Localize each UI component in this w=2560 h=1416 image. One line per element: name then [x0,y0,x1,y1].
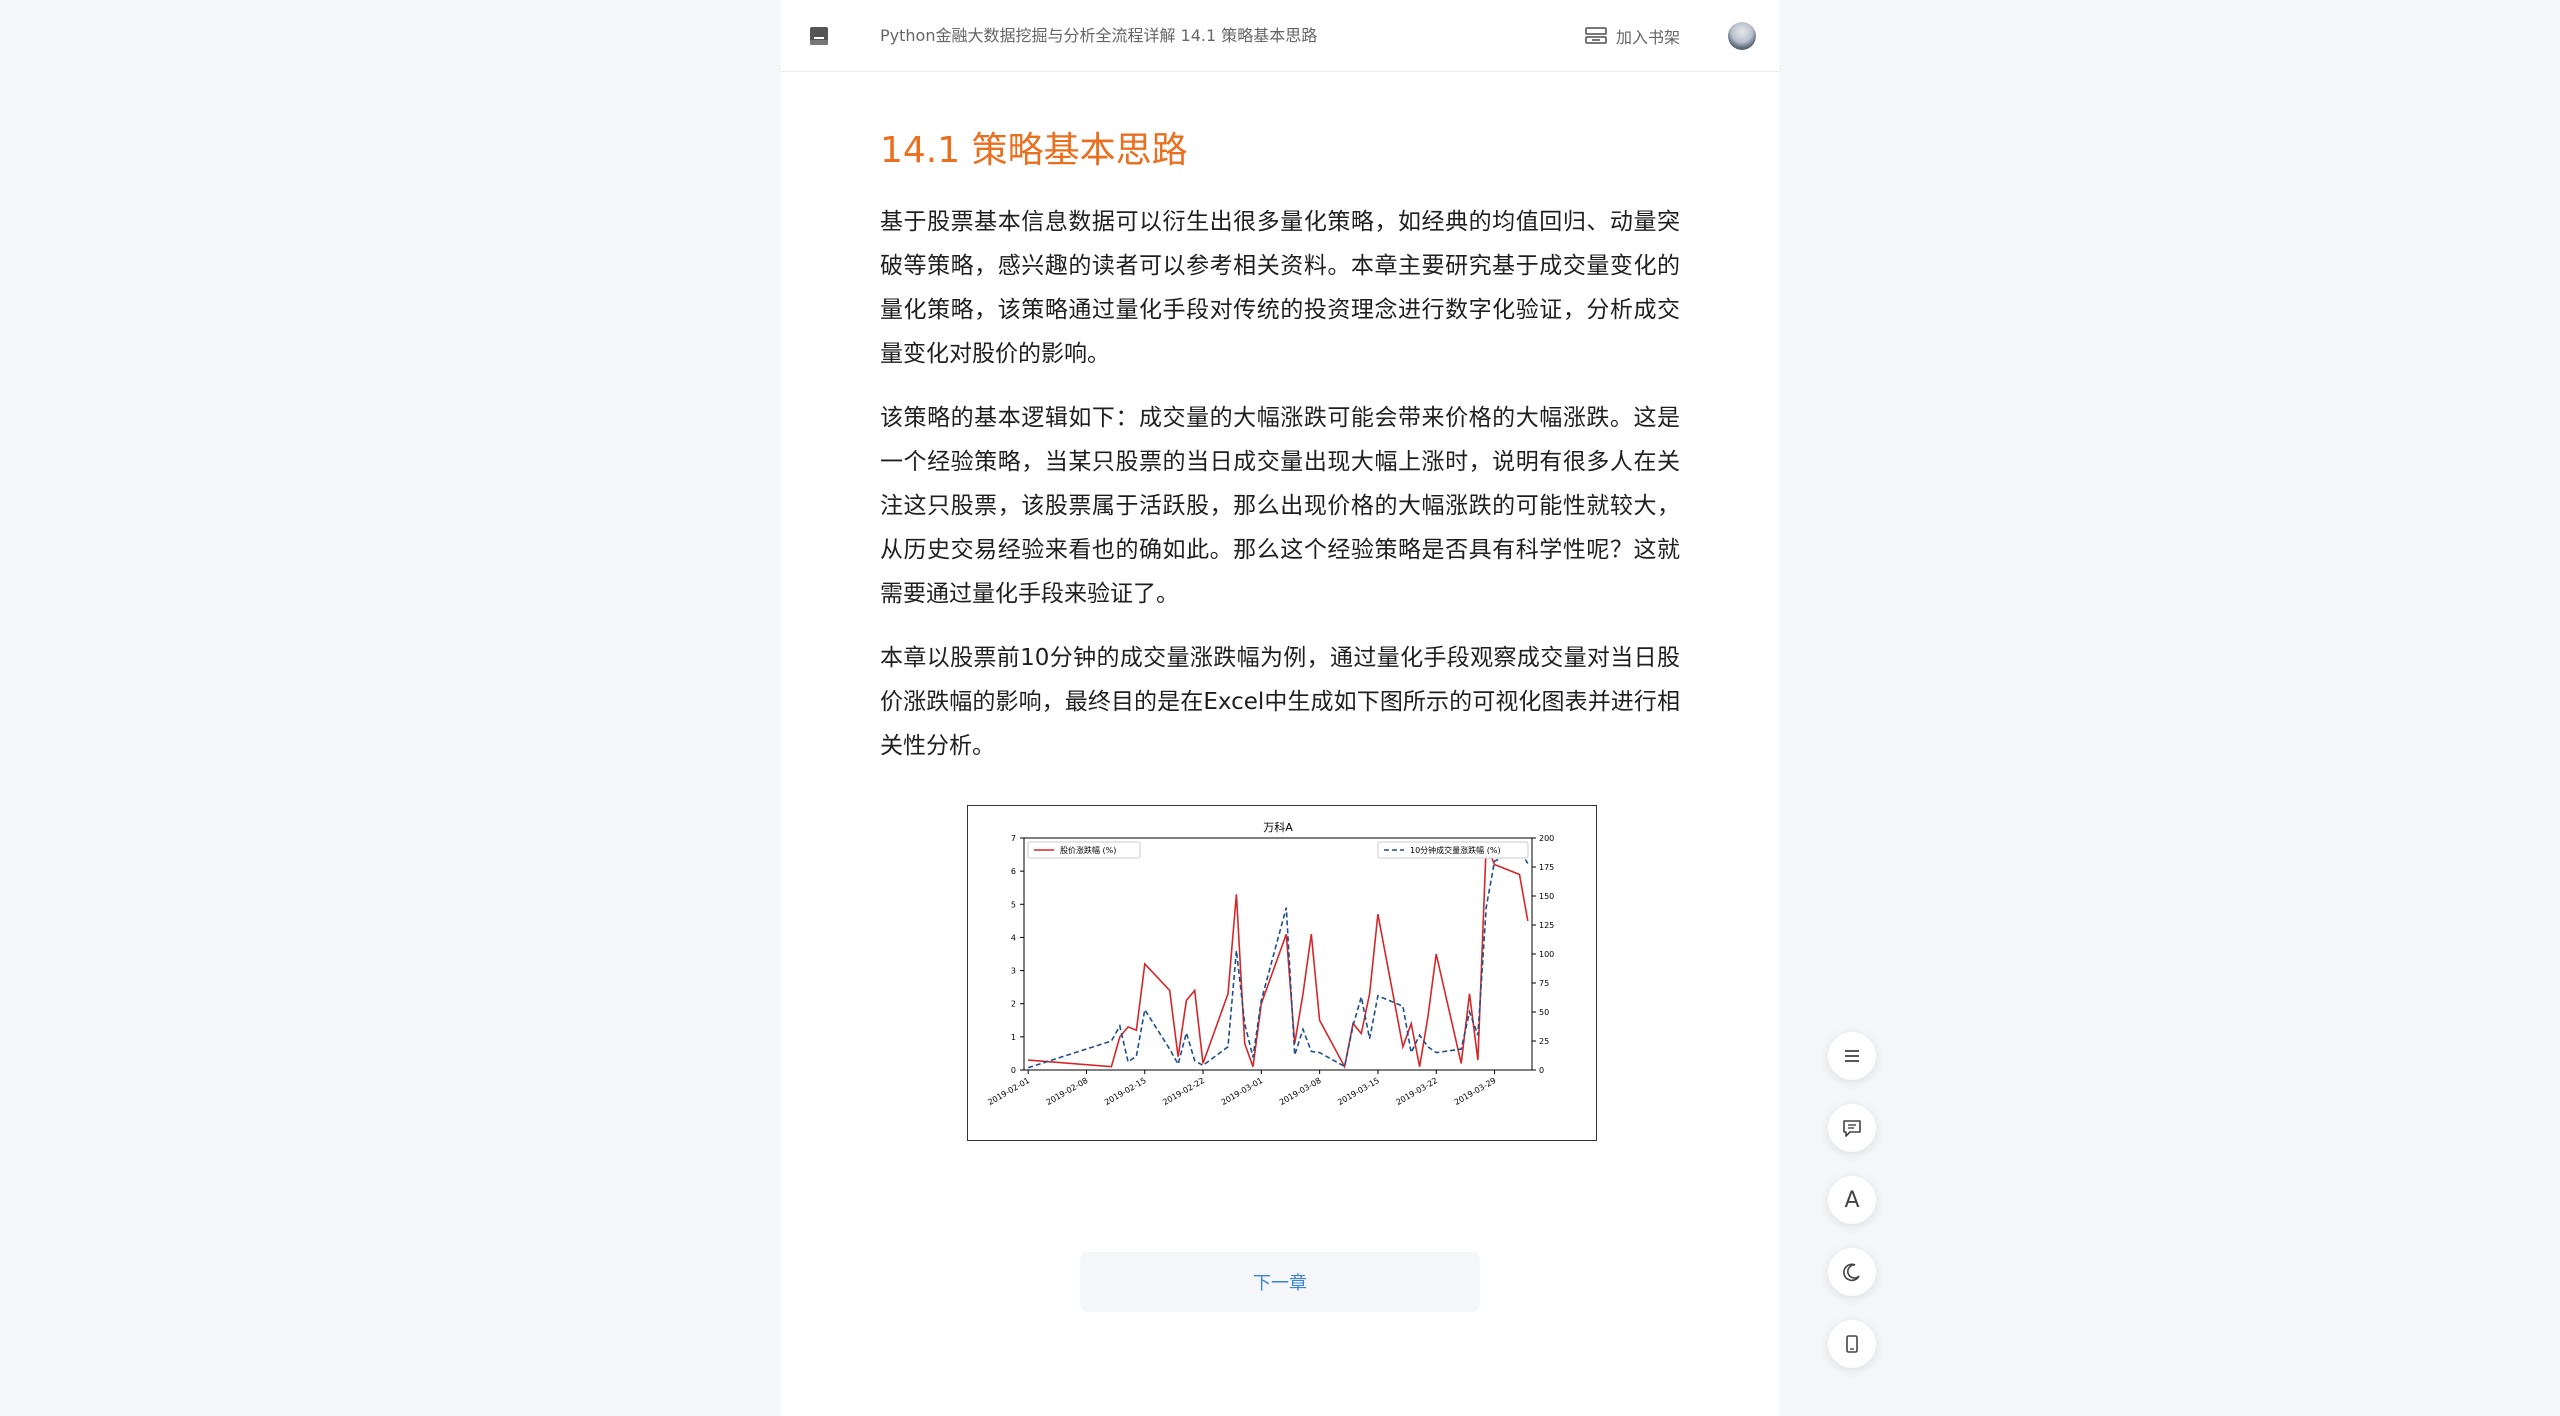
comment-icon [1843,1120,1861,1137]
toc-icon [1845,1050,1859,1062]
toc-button[interactable] [1828,1032,1876,1080]
right-y-tick-label: 125 [1539,921,1554,930]
night-mode-button[interactable] [1828,1248,1876,1296]
chart-figure: 万科A 0 1 2 3 4 5 6 7 0 25 50 75 100 125 150 175 200 2019-02… [967,805,1597,1141]
paragraph-1: 基于股票基本信息数据可以衍生出很多量化策略，如经典的均值回归、动量突破等策略，感… [880,209,1680,367]
legend-right-label: 10分钟成交量涨跌幅 (%) [1410,845,1501,855]
x-tick-label: 2019-03-15 [1336,1076,1381,1107]
paragraph-3: 本章以股票前10分钟的成交量涨跌幅为例，通过量化手段观察成交量对当日股价涨跌幅的… [880,645,1680,759]
x-tick-label: 2019-03-22 [1394,1076,1439,1107]
right-y-tick-label: 50 [1539,1008,1549,1017]
reader-page: Python金融大数据挖掘与分析全流程详解 14.1 策略基本思路 加入书架 1… [781,0,1779,1416]
x-tick-label: 2019-02-01 [986,1076,1031,1107]
right-y-tick-label: 100 [1539,950,1554,959]
book-icon[interactable] [808,25,830,47]
right-y-tick-label: 25 [1539,1037,1549,1046]
chart-title: 万科A [1263,820,1293,834]
left-y-tick-label: 3 [1011,967,1016,976]
right-y-tick-label: 75 [1539,979,1549,988]
bookshelf-icon [1585,27,1607,44]
x-tick-label: 2019-02-22 [1161,1076,1206,1107]
x-tick-label: 2019-03-29 [1453,1076,1498,1107]
mobile-reading-button[interactable] [1828,1320,1876,1368]
left-y-tick-label: 2 [1011,1000,1016,1009]
series-line-1 [1028,844,1529,1070]
plot-frame [1023,837,1533,1071]
x-tick-label: 2019-02-15 [1103,1076,1148,1107]
font-settings-button[interactable]: A [1828,1176,1876,1224]
right-y-tick-label: 200 [1539,834,1554,843]
chart-svg: 万科A 0 1 2 3 4 5 6 7 0 25 50 75 100 125 150 175 200 2019-02… [986,820,1554,1107]
left-y-tick-label: 4 [1011,933,1016,942]
x-tick-label: 2019-03-08 [1278,1076,1323,1107]
breadcrumb: Python金融大数据挖掘与分析全流程详解 14.1 策略基本思路 [880,26,1318,45]
left-y-tick-label: 5 [1011,900,1016,909]
add-to-shelf-button[interactable]: 加入书架 [1584,24,1680,48]
x-tick-label: 2019-03-01 [1220,1076,1265,1107]
left-y-tick-label: 7 [1011,834,1016,843]
right-y-tick-label: 150 [1539,892,1554,901]
user-avatar[interactable] [1728,22,1756,50]
right-y-tick-label: 175 [1539,863,1554,872]
next-chapter-button[interactable]: 下一章 [1080,1252,1480,1312]
comment-button[interactable] [1828,1104,1876,1152]
right-y-tick-label: 0 [1539,1066,1544,1075]
night-mode-icon [1843,1263,1860,1282]
reader-header: Python金融大数据挖掘与分析全流程详解 14.1 策略基本思路 加入书架 [781,0,1779,72]
x-tick-label: 2019-02-08 [1045,1076,1090,1107]
left-y-tick-label: 0 [1011,1066,1016,1075]
legend-left-label: 股价涨跌幅 (%) [1060,845,1116,855]
article-content: 14.1 策略基本思路 基于股票基本信息数据可以衍生出很多量化策略，如经典的均值… [880,118,1680,788]
chapter-title: 14.1 策略基本思路 [880,130,1188,171]
paragraph-2: 该策略的基本逻辑如下：成交量的大幅涨跌可能会带来价格的大幅涨跌。这是一个经验策略… [880,405,1680,607]
left-y-tick-label: 1 [1011,1033,1016,1042]
font-icon: A [1844,1187,1860,1213]
left-y-tick-label: 6 [1011,867,1016,876]
add-to-shelf-label: 加入书架 [1616,28,1681,47]
mobile-icon [1846,1335,1858,1353]
